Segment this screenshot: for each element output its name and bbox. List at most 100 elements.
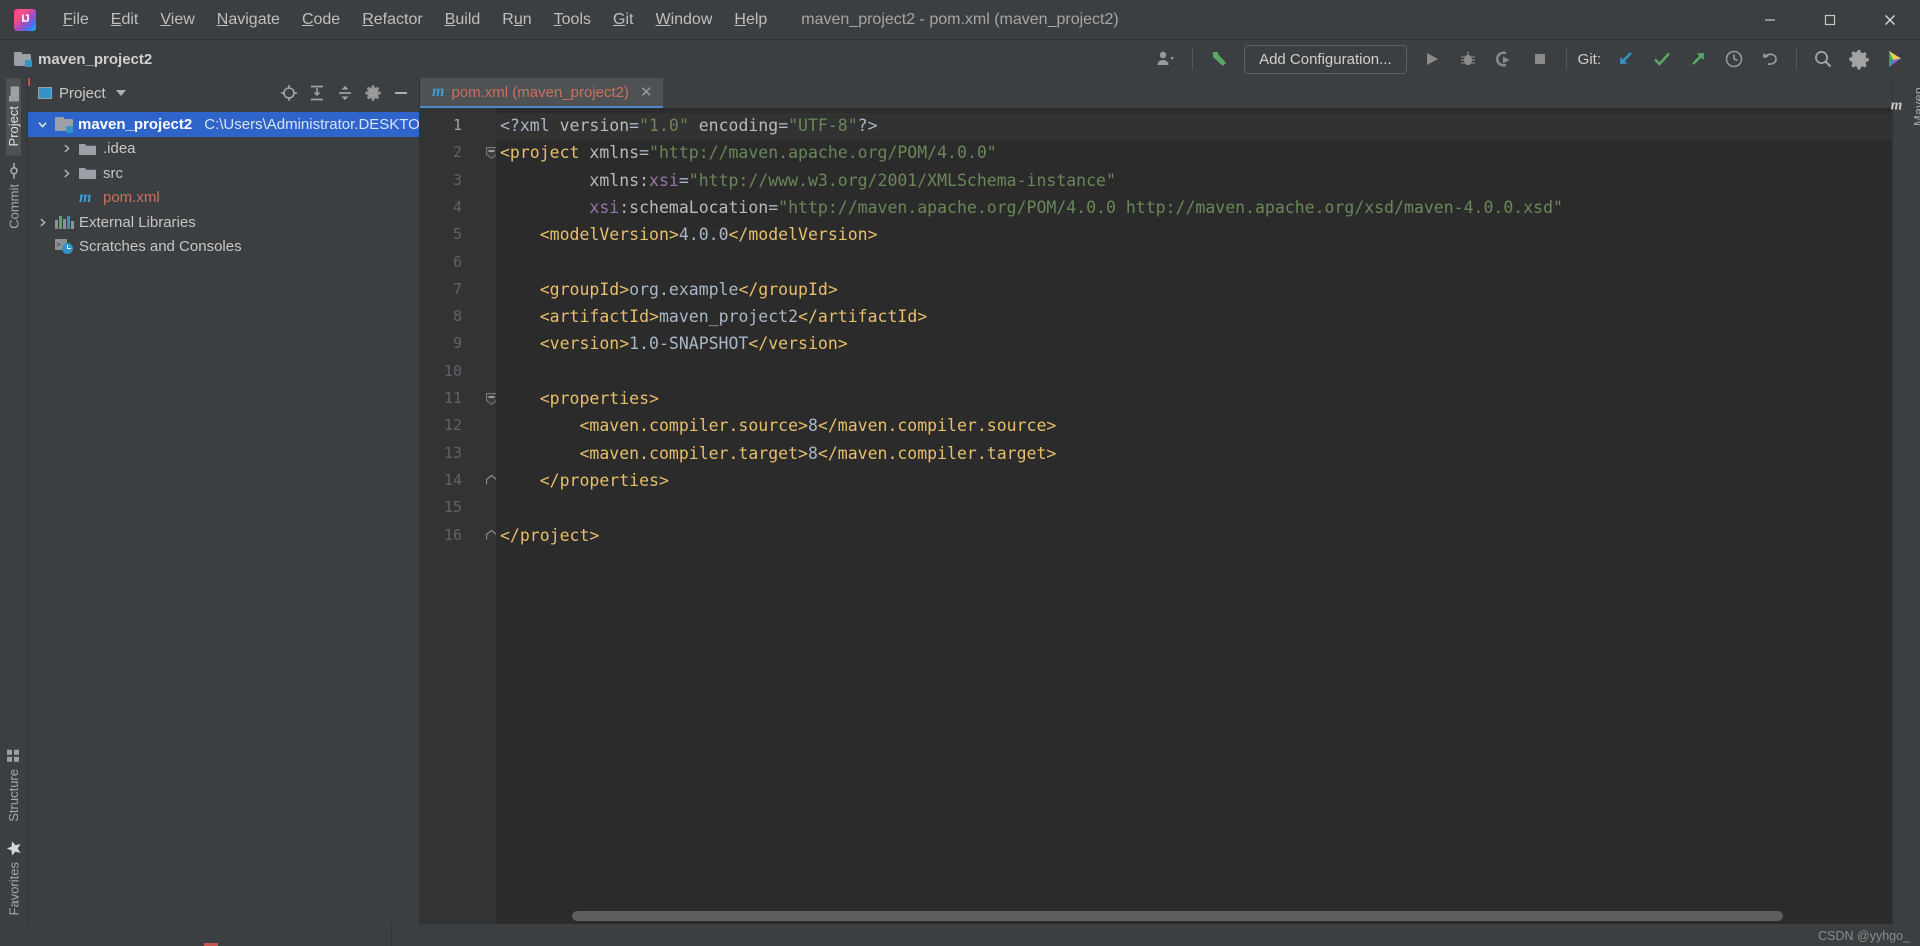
commit-tab-label: Commit [6, 184, 21, 229]
minimize-button[interactable] [1740, 0, 1800, 40]
sidebar-item-project[interactable]: Project [6, 78, 21, 155]
menu-item-navigate[interactable]: Navigate [206, 8, 291, 32]
menu-item-git[interactable]: Git [602, 8, 644, 32]
build-hammer-icon[interactable] [1202, 44, 1236, 74]
run-icon[interactable] [1415, 44, 1449, 74]
code-line[interactable]: <groupId>org.example</groupId> [500, 280, 838, 299]
line-number: 14 [444, 471, 462, 489]
search-everywhere-icon[interactable] [1806, 44, 1840, 74]
maximize-button[interactable] [1800, 0, 1860, 40]
ide-help-icon[interactable] [1878, 44, 1912, 74]
menu-item-help[interactable]: Help [723, 8, 778, 32]
tree-node-external-libraries[interactable]: External Libraries [28, 210, 419, 235]
settings-gear-icon[interactable] [361, 81, 385, 105]
code-content[interactable]: <?xml version="1.0" encoding="UTF-8"?> <p… [496, 108, 1892, 924]
line-number: 13 [444, 444, 462, 462]
git-push-icon[interactable] [1681, 44, 1715, 74]
undo-icon[interactable] [1753, 44, 1787, 74]
tab-pom-xml[interactable]: m pom.xml (maven_project2) ✕ [420, 78, 663, 108]
collapse-all-icon[interactable] [333, 81, 357, 105]
code-line[interactable]: </properties> [500, 471, 669, 490]
tree-node-label: pom.xml [103, 189, 160, 206]
line-number: 16 [444, 526, 462, 544]
menu-item-tools[interactable]: Tools [543, 8, 602, 32]
menu-item-file[interactable]: File [52, 8, 100, 32]
menu-item-view[interactable]: View [149, 8, 205, 32]
debug-icon[interactable] [1451, 44, 1485, 74]
project-module-icon [55, 117, 73, 132]
sidebar-item-commit[interactable]: Commit [6, 155, 22, 238]
editor-horizontal-scrollbar[interactable] [572, 911, 1888, 921]
project-module-icon [14, 52, 31, 66]
code-line[interactable]: <properties> [500, 389, 659, 408]
close-button[interactable] [1860, 0, 1920, 40]
menu-item-edit[interactable]: Edit [100, 8, 150, 32]
expand-all-icon[interactable] [305, 81, 329, 105]
right-tool-stripe: Maven m [1892, 78, 1920, 924]
tree-node-src[interactable]: src [28, 161, 419, 186]
code-line[interactable]: xmlns:xsi="http://www.w3.org/2001/XMLSch… [500, 171, 1116, 190]
tree-node-label: External Libraries [79, 214, 196, 231]
close-icon[interactable]: ✕ [640, 83, 653, 101]
code-line[interactable]: <maven.compiler.target>8</maven.compiler… [500, 444, 1056, 463]
tree-node-scratches-and-consoles[interactable]: > Scratches and Consoles [28, 235, 419, 260]
line-number: 11 [444, 389, 462, 407]
project-tree: maven_project2C:\Users\Administrator.DES… [28, 108, 419, 924]
scrollbar-thumb[interactable] [572, 911, 1783, 921]
stop-icon[interactable] [1523, 44, 1557, 74]
chevron-down-icon[interactable] [116, 90, 126, 96]
code-line[interactable]: xsi:schemaLocation="http://maven.apache.… [500, 198, 1563, 217]
tree-node-label: src [103, 165, 123, 182]
sidebar-item-maven[interactable]: Maven m [1888, 78, 1920, 135]
hide-minus-icon[interactable] [389, 81, 413, 105]
left-stripe-bottom: Structure Favorites [6, 740, 22, 924]
git-commit-icon[interactable] [1645, 44, 1679, 74]
editor-gutter[interactable]: 12345678910111213141516 [420, 108, 496, 924]
chevron-right-icon[interactable] [58, 143, 74, 154]
menu-item-window[interactable]: Window [644, 8, 723, 32]
code-line[interactable]: <artifactId>maven_project2</artifactId> [500, 307, 927, 326]
locate-target-icon[interactable] [277, 81, 301, 105]
code-line[interactable]: <?xml version="1.0" encoding="UTF-8"?> [500, 116, 878, 135]
user-avatar-icon[interactable] [1149, 44, 1183, 74]
menu-item-run[interactable]: Run [491, 8, 542, 32]
navigation-bar-project[interactable]: maven_project2 [14, 51, 152, 68]
add-configuration-button[interactable]: Add Configuration... [1244, 45, 1407, 74]
menu-bar: IJ FileEditViewNavigateCodeRefactorBuild… [0, 0, 1920, 40]
status-bar-left [0, 924, 392, 946]
menu-item-build[interactable]: Build [434, 8, 492, 32]
favorites-tab-label: Favorites [6, 862, 21, 915]
chevron-down-icon[interactable] [34, 119, 50, 130]
git-update-icon[interactable] [1609, 44, 1643, 74]
error-stripe-mark [28, 78, 30, 86]
tree-node-pom-xml[interactable]: mpom.xml [28, 186, 419, 211]
menu-item-code[interactable]: Code [291, 8, 351, 32]
code-line[interactable]: <project xmlns="http://maven.apache.org/… [500, 143, 997, 162]
project-panel-title: Project [59, 85, 106, 102]
sidebar-item-favorites[interactable]: Favorites [6, 831, 22, 924]
tree-node-path: C:\Users\Administrator.DESKTO [204, 116, 419, 133]
tree-node-idea[interactable]: .idea [28, 137, 419, 162]
menu-item-refactor[interactable]: Refactor [351, 8, 433, 32]
history-icon[interactable] [1717, 44, 1751, 74]
scratches-icon: > [55, 239, 74, 254]
run-with-coverage-icon[interactable] [1487, 44, 1521, 74]
watermark-text: CSDN @yyhgo_ [1818, 929, 1910, 943]
line-number: 12 [444, 416, 462, 434]
settings-gear-icon[interactable] [1842, 44, 1876, 74]
libraries-icon [55, 216, 74, 229]
toolbar-divider-2 [1566, 48, 1567, 70]
code-line[interactable]: <version>1.0-SNAPSHOT</version> [500, 334, 848, 353]
tree-node-maven-project2[interactable]: maven_project2C:\Users\Administrator.DES… [28, 112, 419, 137]
chevron-right-icon[interactable] [58, 168, 74, 179]
tree-node-label: Scratches and Consoles [79, 238, 242, 255]
toolbar-divider [1192, 48, 1193, 70]
main-toolbar: maven_project2 Add Configuration... [0, 40, 1920, 78]
chevron-right-icon[interactable] [34, 217, 50, 228]
line-number: 15 [444, 498, 462, 516]
project-folder-icon [7, 86, 20, 101]
code-line[interactable]: <modelVersion>4.0.0</modelVersion> [500, 225, 878, 244]
code-line[interactable]: </project> [500, 526, 599, 545]
sidebar-item-structure[interactable]: Structure [6, 740, 21, 831]
code-line[interactable]: <maven.compiler.source>8</maven.compiler… [500, 416, 1056, 435]
